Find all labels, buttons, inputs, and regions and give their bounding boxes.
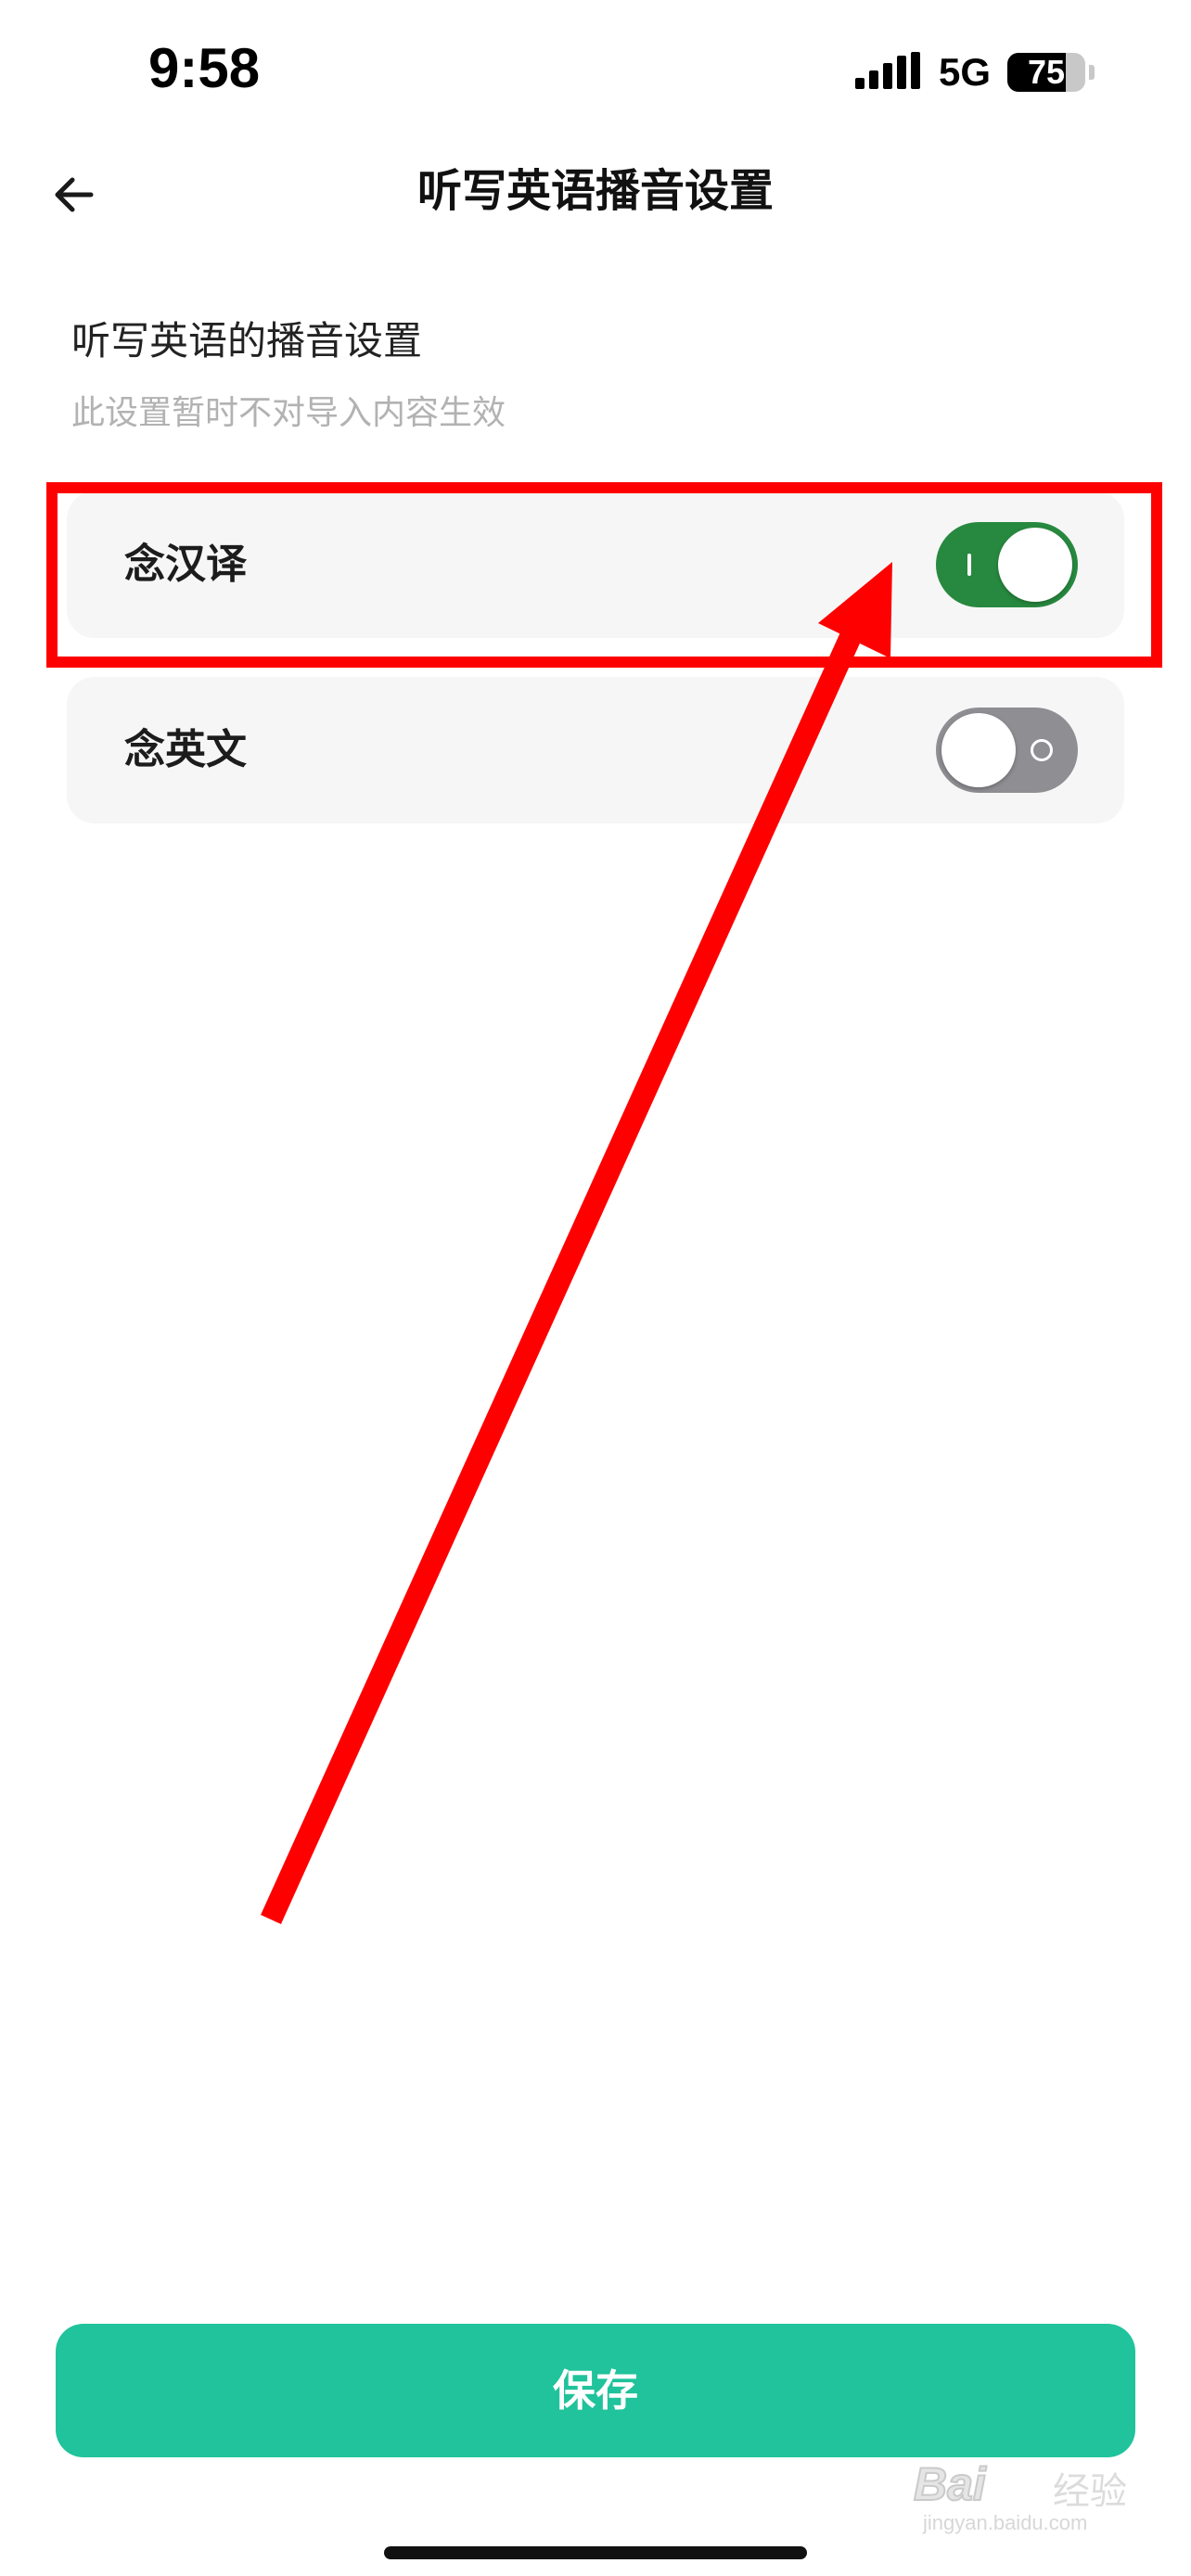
watermark-brand: Bai	[913, 2457, 987, 2511]
annotation-arrow-icon	[261, 562, 892, 1924]
section-title: 听写英语的播音设置	[71, 318, 423, 363]
cellular-signal-icon	[855, 52, 920, 89]
status-bar: 9:58 5G 75	[0, 0, 1191, 139]
annotation-highlight-box	[46, 482, 1162, 668]
battery-icon: 75	[1007, 53, 1086, 92]
battery-cap	[1089, 65, 1095, 80]
status-time: 9:58	[148, 37, 261, 99]
back-button[interactable]	[37, 158, 111, 232]
setting-label: 念英文	[124, 726, 247, 773]
page-title: 听写英语播音设置	[416, 165, 774, 217]
toggle-knob	[941, 713, 1016, 787]
home-indicator	[384, 2546, 807, 2559]
network-type: 5G	[939, 50, 992, 94]
save-button[interactable]: 保存	[56, 2324, 1135, 2457]
status-indicators: 5G 75	[855, 46, 1095, 98]
baidu-watermark: Bai 经验 jingyan.baidu.com	[913, 2457, 1136, 2534]
setting-row-english: 念英文	[67, 677, 1124, 823]
watermark-sub: 经验	[1053, 2470, 1127, 2513]
battery-percent: 75	[1028, 53, 1066, 91]
nav-bar: 听写英语播音设置	[0, 139, 1191, 250]
section-subtitle: 此设置暂时不对导入内容生效	[71, 394, 506, 432]
watermark-domain: jingyan.baidu.com	[923, 2511, 1088, 2534]
english-toggle[interactable]	[936, 708, 1078, 793]
arrow-left-icon	[55, 177, 94, 212]
toggle-off-indicator	[1031, 739, 1053, 761]
